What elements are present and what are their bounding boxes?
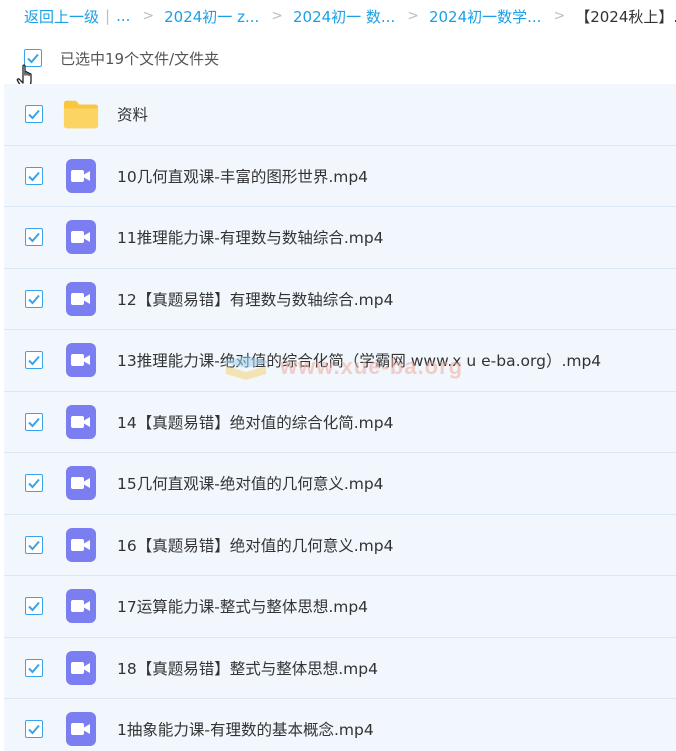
video-icon bbox=[66, 281, 96, 316]
breadcrumb-item[interactable]: 2024初一 数... bbox=[293, 6, 395, 27]
video-icon bbox=[66, 650, 96, 685]
file-name[interactable]: 资料 bbox=[117, 103, 148, 125]
check-icon bbox=[28, 417, 40, 428]
file-type-icon bbox=[63, 711, 99, 747]
file-row[interactable]: 12【真题易错】有理数与数轴综合.mp4 bbox=[4, 268, 676, 330]
file-checkbox[interactable] bbox=[25, 535, 43, 554]
breadcrumb-item[interactable]: 2024初一 z... bbox=[164, 6, 259, 27]
video-icon bbox=[66, 712, 96, 747]
file-checkbox[interactable] bbox=[25, 166, 43, 185]
file-type-icon bbox=[63, 465, 99, 501]
file-browser: 返回上一级 | ... > 2024初一 z... > 2024初一 数... … bbox=[0, 0, 676, 751]
check-icon bbox=[28, 356, 40, 366]
check-icon bbox=[28, 294, 40, 305]
file-name[interactable]: 12【真题易错】有理数与数轴综合.mp4 bbox=[117, 288, 393, 310]
check-icon bbox=[28, 171, 40, 182]
video-icon bbox=[66, 220, 96, 255]
check-icon bbox=[27, 53, 39, 64]
check-icon bbox=[28, 540, 40, 551]
video-icon bbox=[66, 158, 96, 193]
file-name[interactable]: 14【真题易错】绝对值的综合化简.mp4 bbox=[117, 411, 393, 433]
video-icon bbox=[66, 343, 96, 378]
file-checkbox[interactable] bbox=[25, 105, 43, 124]
file-type-icon bbox=[63, 527, 99, 563]
file-checkbox[interactable] bbox=[25, 289, 43, 308]
file-row[interactable]: 17运算能力课-整式与整体思想.mp4 bbox=[4, 576, 676, 638]
file-row[interactable]: 14【真题易错】绝对值的综合化简.mp4 bbox=[4, 391, 676, 453]
file-name[interactable]: 13推理能力课-绝对值的综合化简（学霸网 www.x u e-ba.org）.m… bbox=[117, 349, 601, 371]
file-row[interactable]: 16【真题易错】绝对值的几何意义.mp4 bbox=[4, 514, 676, 576]
chevron-right-icon: > bbox=[271, 8, 283, 24]
breadcrumb-item[interactable]: 2024初一数学... bbox=[429, 6, 541, 27]
breadcrumb-current: 【2024秋上】... bbox=[575, 7, 676, 26]
breadcrumb-divider: | bbox=[105, 7, 111, 25]
video-icon bbox=[66, 589, 96, 624]
check-icon bbox=[28, 233, 40, 243]
file-type-icon bbox=[63, 281, 99, 317]
check-icon bbox=[28, 663, 40, 674]
chevron-right-icon: > bbox=[407, 8, 419, 24]
file-name[interactable]: 18【真题易错】整式与整体思想.mp4 bbox=[117, 657, 378, 679]
file-row[interactable]: 13推理能力课-绝对值的综合化简（学霸网 www.x u e-ba.org）.m… bbox=[4, 330, 676, 392]
video-icon bbox=[66, 527, 96, 562]
file-type-icon bbox=[63, 158, 99, 194]
selection-count: 已选中19个文件/文件夹 bbox=[60, 49, 220, 68]
breadcrumb-ellipsis[interactable]: ... bbox=[116, 7, 130, 25]
check-icon bbox=[28, 479, 40, 489]
selection-header: 已选中19个文件/文件夹 bbox=[0, 36, 676, 80]
file-checkbox[interactable] bbox=[25, 474, 43, 493]
file-type-icon bbox=[63, 404, 99, 440]
file-checkbox[interactable] bbox=[25, 720, 43, 739]
chevron-right-icon: > bbox=[142, 8, 155, 24]
file-checkbox[interactable] bbox=[25, 412, 43, 431]
file-type-icon bbox=[63, 219, 99, 255]
file-name[interactable]: 10几何直观课-丰富的图形世界.mp4 bbox=[117, 165, 368, 187]
file-row[interactable]: 资料 bbox=[4, 84, 676, 146]
file-name[interactable]: 16【真题易错】绝对值的几何意义.mp4 bbox=[117, 534, 393, 556]
file-name[interactable]: 17运算能力课-整式与整体思想.mp4 bbox=[117, 595, 368, 617]
video-icon bbox=[66, 404, 96, 439]
file-checkbox[interactable] bbox=[25, 658, 43, 677]
file-row[interactable]: 1抽象能力课-有理数的基本概念.mp4 bbox=[4, 699, 676, 751]
back-link[interactable]: 返回上一级 bbox=[24, 6, 99, 27]
file-name[interactable]: 11推理能力课-有理数与数轴综合.mp4 bbox=[117, 226, 384, 248]
file-checkbox[interactable] bbox=[25, 597, 43, 616]
file-name[interactable]: 1抽象能力课-有理数的基本概念.mp4 bbox=[117, 718, 374, 740]
file-row[interactable]: 15几何直观课-绝对值的几何意义.mp4 bbox=[4, 453, 676, 515]
video-icon bbox=[66, 466, 96, 501]
file-checkbox[interactable] bbox=[25, 351, 43, 370]
check-icon bbox=[28, 110, 40, 120]
breadcrumb: 返回上一级 | ... > 2024初一 z... > 2024初一 数... … bbox=[0, 0, 676, 32]
file-checkbox[interactable] bbox=[25, 228, 43, 247]
file-type-icon bbox=[63, 650, 99, 686]
check-icon bbox=[28, 725, 40, 735]
file-list: 资料 10几何直观课-丰富的图形世界.mp4 11推理能力课-有理数与数轴综合.mp… bbox=[4, 84, 676, 751]
file-type-icon bbox=[63, 588, 99, 624]
file-type-icon bbox=[63, 342, 99, 378]
file-row[interactable]: 11推理能力课-有理数与数轴综合.mp4 bbox=[4, 207, 676, 269]
file-name[interactable]: 15几何直观课-绝对值的几何意义.mp4 bbox=[117, 472, 384, 494]
check-icon bbox=[28, 602, 40, 612]
file-row[interactable]: 10几何直观课-丰富的图形世界.mp4 bbox=[4, 145, 676, 207]
file-row[interactable]: 18【真题易错】整式与整体思想.mp4 bbox=[4, 637, 676, 699]
file-type-icon bbox=[63, 96, 99, 132]
chevron-right-icon: > bbox=[553, 8, 566, 24]
folder-icon bbox=[63, 100, 99, 129]
